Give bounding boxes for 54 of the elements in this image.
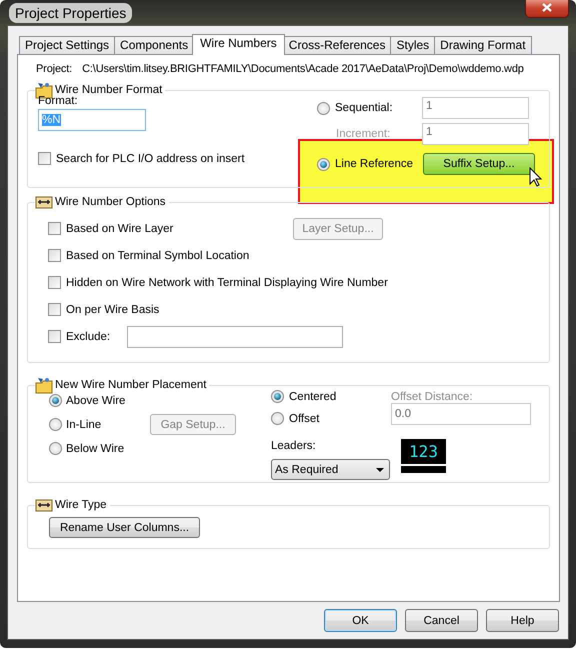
checkbox-label: Search for PLC I/O address on insert bbox=[56, 152, 245, 164]
group-title: Wire Number Format bbox=[55, 84, 162, 96]
dialog-button[interactable]: OK bbox=[324, 609, 397, 632]
exclude-field[interactable] bbox=[127, 326, 343, 348]
checkbox-label: Based on Wire Layer bbox=[66, 222, 174, 234]
radio-label: Below Wire bbox=[66, 442, 126, 454]
leaders-label: Leaders: bbox=[271, 440, 317, 452]
checkbox[interactable] bbox=[48, 303, 61, 316]
tab[interactable]: Styles bbox=[390, 36, 436, 54]
radio-label: In-Line bbox=[66, 418, 102, 430]
radio-button[interactable] bbox=[271, 412, 284, 425]
cursor-icon bbox=[529, 167, 542, 187]
caret-icon bbox=[376, 468, 384, 472]
tab[interactable]: Components bbox=[114, 36, 194, 54]
checkbox-label: Hidden on Wire Network with Terminal Displaying Wire Number bbox=[66, 276, 388, 288]
radio-button[interactable] bbox=[49, 394, 62, 407]
tab[interactable]: Drawing Format bbox=[434, 36, 532, 54]
wire-number-preview: 123 bbox=[401, 439, 446, 473]
tab[interactable]: Project Settings bbox=[19, 36, 116, 54]
close-button[interactable] bbox=[525, 0, 569, 18]
terminal-icon bbox=[35, 195, 53, 209]
radio-label: Centered bbox=[289, 390, 336, 402]
checkbox[interactable] bbox=[48, 330, 61, 343]
checkbox-label: Based on Terminal Symbol Location bbox=[66, 250, 250, 262]
group-title: Wire Type bbox=[55, 499, 107, 511]
radio-label: Line Reference bbox=[335, 158, 413, 170]
tab[interactable]: Cross-References bbox=[282, 36, 392, 54]
checkbox[interactable] bbox=[48, 249, 61, 262]
format-label: Format: bbox=[38, 95, 79, 107]
checkbox-label: Exclude: bbox=[66, 330, 110, 342]
radio-label: Offset bbox=[289, 412, 320, 424]
offset-distance-label: Offset Distance: bbox=[391, 391, 474, 403]
window-title: Project Properties bbox=[9, 2, 132, 22]
checkbox[interactable] bbox=[48, 276, 61, 289]
leaders-dropdown[interactable]: As Required bbox=[271, 459, 390, 480]
checkbox[interactable] bbox=[38, 152, 51, 165]
radio-button[interactable] bbox=[49, 442, 62, 455]
radio-button[interactable] bbox=[271, 390, 284, 403]
radio-label: Sequential: bbox=[335, 102, 393, 114]
rename-columns-button[interactable]: Rename User Columns... bbox=[49, 517, 200, 538]
group-title: New Wire Number Placement bbox=[55, 379, 206, 391]
folder-icon bbox=[35, 376, 53, 394]
project-label: Project: bbox=[36, 63, 72, 75]
tab[interactable]: Wire Numbers bbox=[192, 34, 285, 55]
dialog-button[interactable]: Help bbox=[486, 609, 559, 632]
group-title: Wire Number Options bbox=[55, 196, 166, 208]
terminal-icon bbox=[35, 498, 53, 512]
checkbox-label: On per Wire Basis bbox=[66, 304, 160, 316]
increment-label: Increment: bbox=[336, 128, 390, 140]
suffix-setup-button[interactable]: Suffix Setup... bbox=[423, 153, 535, 175]
project-path: C:\Users\tim.litsey.BRIGHTFAMILY\Documents\Acade 2017\AeData\Proj\Demo\wddemo.wdp bbox=[82, 63, 524, 75]
close-icon bbox=[542, 3, 552, 12]
dialog-button[interactable]: Cancel bbox=[405, 609, 478, 632]
radio-label: Above Wire bbox=[66, 394, 126, 406]
